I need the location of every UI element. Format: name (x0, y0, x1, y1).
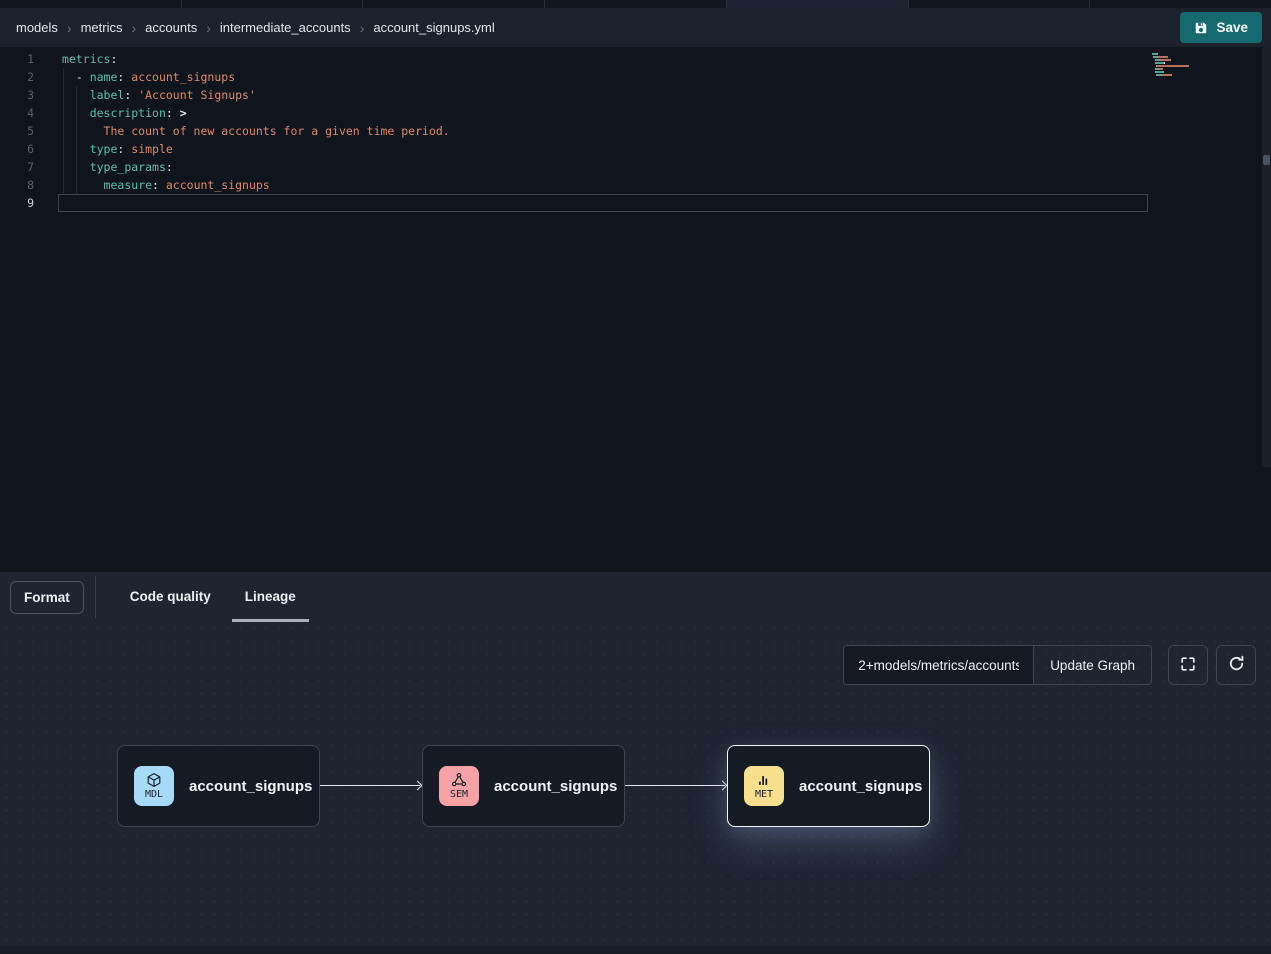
tab-lineage[interactable]: Lineage (245, 572, 296, 622)
breadcrumb-item[interactable]: metrics (81, 20, 123, 35)
lineage-edge (625, 785, 725, 786)
lineage-node-met[interactable]: MET account_signups (727, 745, 930, 827)
status-strip (0, 946, 1271, 954)
update-graph-button[interactable]: Update Graph (1033, 645, 1152, 685)
node-label: account_signups (189, 778, 312, 795)
breadcrumb-item[interactable]: account_signups.yml (373, 20, 494, 35)
badge-label: MET (755, 789, 773, 800)
lineage-edge (320, 785, 420, 786)
refresh-button[interactable] (1216, 645, 1256, 685)
app-window: models › metrics › accounts › intermediate_acc… (0, 0, 1271, 954)
badge-label: MDL (145, 789, 163, 800)
save-icon (1194, 21, 1208, 35)
cube-icon (146, 772, 162, 788)
model-badge: MDL (134, 766, 174, 806)
window-tab[interactable] (545, 0, 727, 8)
format-button[interactable]: Format (10, 581, 84, 614)
metric-badge: MET (744, 766, 784, 806)
window-tab[interactable] (363, 0, 545, 8)
breadcrumb-item[interactable]: accounts (145, 20, 197, 35)
bottom-panel: Format Code quality Lineage Update Graph (0, 572, 1271, 954)
panel-tab-bar: Format Code quality Lineage (0, 572, 1271, 622)
lineage-canvas[interactable]: Update Graph (0, 622, 1271, 954)
network-icon (451, 772, 467, 788)
bar-chart-icon (756, 772, 772, 788)
chevron-right-icon: › (131, 21, 136, 35)
breadcrumb-bar: models › metrics › accounts › intermediate_acc… (0, 8, 1271, 47)
node-label: account_signups (799, 778, 922, 795)
editor-code[interactable]: metrics: - name: account_signups label: … (0, 50, 1271, 212)
lineage-controls: Update Graph (843, 645, 1256, 685)
lineage-node-mdl[interactable]: MDL account_signups (117, 745, 320, 827)
chevron-right-icon: › (360, 21, 365, 35)
window-tab-strip[interactable] (0, 0, 1271, 8)
window-tab[interactable] (182, 0, 364, 8)
save-button-label: Save (1216, 20, 1248, 35)
save-button[interactable]: Save (1180, 12, 1262, 43)
fullscreen-icon (1180, 656, 1196, 675)
window-tab[interactable] (909, 0, 1091, 8)
chevron-right-icon: › (67, 21, 72, 35)
tab-code-quality[interactable]: Code quality (130, 572, 211, 622)
node-label: account_signups (494, 778, 617, 795)
semantic-model-badge: SEM (439, 766, 479, 806)
breadcrumb: models › metrics › accounts › intermediate_acc… (16, 20, 495, 35)
lineage-selector-input[interactable] (843, 645, 1033, 685)
window-tab[interactable] (0, 0, 182, 8)
breadcrumb-item[interactable]: intermediate_accounts (220, 20, 351, 35)
window-tab[interactable] (1090, 0, 1271, 8)
lineage-node-sem[interactable]: SEM account_signups (422, 745, 625, 827)
window-tab[interactable] (727, 0, 909, 8)
scrollbar-thumb[interactable] (1263, 155, 1270, 165)
divider (95, 576, 96, 618)
badge-label: SEM (450, 789, 468, 800)
breadcrumb-item[interactable]: models (16, 20, 58, 35)
minimap[interactable] (1152, 53, 1214, 80)
code-editor[interactable]: 123456789 metrics: - name: account_signu… (0, 47, 1271, 572)
chevron-right-icon: › (206, 21, 211, 35)
refresh-icon (1228, 655, 1245, 675)
fullscreen-button[interactable] (1168, 645, 1208, 685)
editor-scrollbar[interactable] (1262, 47, 1271, 467)
